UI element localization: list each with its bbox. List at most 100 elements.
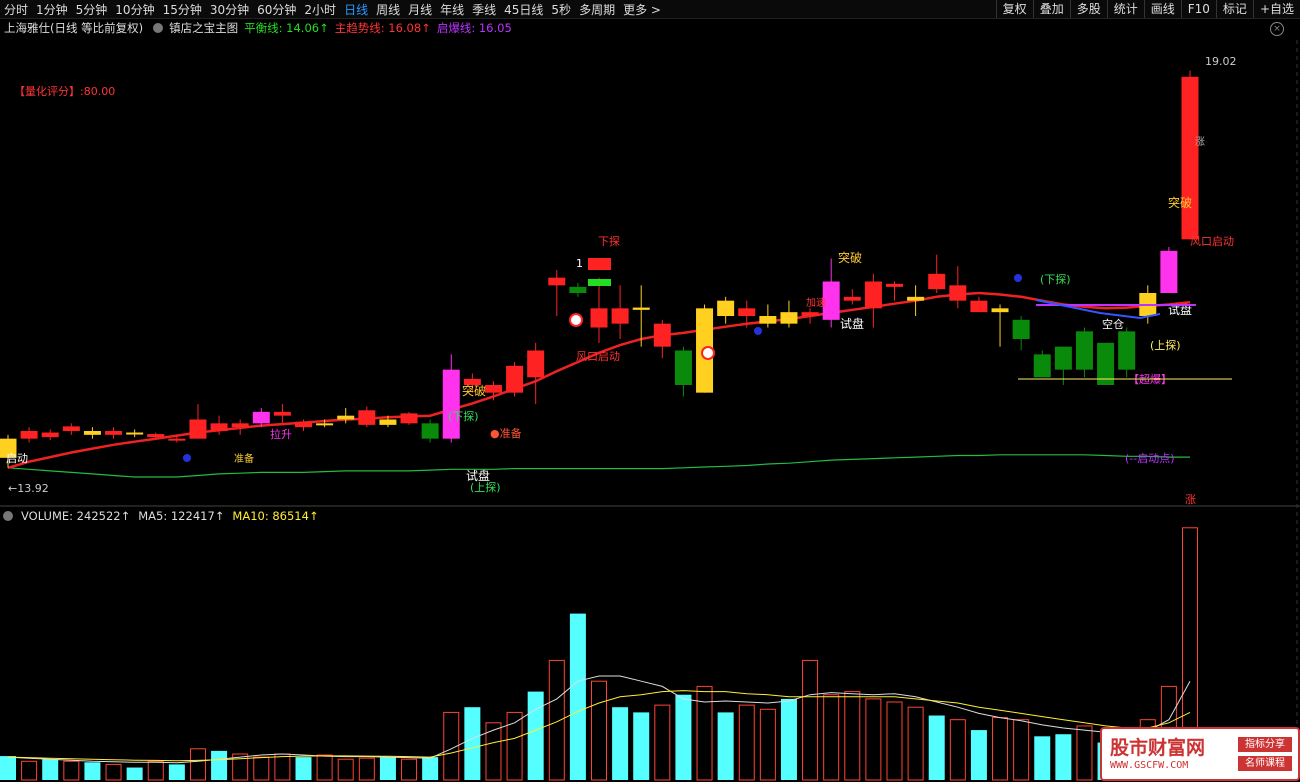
- period-5[interactable]: 30分钟: [206, 1, 253, 18]
- candle-body: [780, 312, 798, 324]
- candle-body: [358, 410, 376, 425]
- trend-line-label: 主趋势线: 16.08↑: [334, 21, 431, 35]
- volume-bar: [548, 659, 565, 781]
- signal-lasheng: 拉升: [270, 427, 292, 441]
- period-10[interactable]: 月线: [404, 1, 436, 18]
- candle-body: [1075, 331, 1093, 370]
- period-1[interactable]: 1分钟: [32, 1, 72, 18]
- explode-line-label: 启爆线: 16.05: [436, 21, 512, 35]
- volume-label: VOLUME: 242522↑: [21, 509, 131, 523]
- candle-body: [105, 431, 123, 435]
- candle-body: [126, 432, 144, 435]
- volume-header: VOLUME: 242522↑ MA5: 122417↑ MA10: 86514…: [0, 508, 327, 524]
- volume-bar: [1034, 736, 1051, 780]
- candle-body: [696, 308, 714, 393]
- candle-body: [907, 296, 925, 301]
- tool-4[interactable]: 画线: [1143, 0, 1181, 18]
- candle-body: [822, 281, 840, 320]
- signal-tupo3: 突破: [1168, 195, 1192, 210]
- stock-title: 上海雅仕(日线 等比前复权): [4, 21, 144, 35]
- volume-bar: [865, 698, 882, 781]
- period-9[interactable]: 周线: [372, 1, 404, 18]
- period-8[interactable]: 日线: [340, 1, 372, 18]
- candle-body: [273, 411, 291, 416]
- chart-header: 上海雅仕(日线 等比前复权) 镇店之宝主图 平衡线: 14.06↑ 主趋势线: …: [0, 20, 518, 36]
- volume-bar: [759, 708, 776, 781]
- indicator-name[interactable]: 镇店之宝主图: [169, 20, 238, 36]
- signal-fengkou2: 风口启动: [1190, 235, 1234, 248]
- signal-zhunbei: ●准备: [490, 426, 522, 440]
- period-2[interactable]: 5分钟: [72, 1, 112, 18]
- volume-toggle-icon[interactable]: [3, 511, 13, 521]
- tool-7[interactable]: +自选: [1252, 0, 1300, 18]
- volume-bar: [379, 757, 396, 780]
- watermark-title: 股市财富网: [1110, 737, 1206, 759]
- trend-line: [7, 291, 1191, 470]
- candle-body: [1160, 250, 1178, 293]
- volume-bar: [63, 760, 80, 781]
- candle-body: [421, 423, 439, 439]
- candle-body: [252, 411, 270, 424]
- tool-2[interactable]: 多股: [1069, 0, 1107, 18]
- candle-body: [653, 323, 671, 347]
- candle-body: [83, 431, 101, 435]
- volume-bar: [211, 750, 228, 780]
- candle-body: [569, 286, 587, 293]
- indicator-toggle-icon[interactable]: [153, 23, 164, 33]
- candle-body: [295, 421, 312, 428]
- volume-bar: [633, 712, 650, 780]
- ma5-label: MA5: 122417↑: [138, 509, 225, 523]
- period-15[interactable]: 多周期: [575, 1, 619, 18]
- candle-body: [20, 431, 38, 439]
- volume-bar: [464, 707, 481, 780]
- candle-body: [463, 378, 481, 385]
- candle-body: [970, 300, 988, 313]
- candle-body: [379, 419, 397, 425]
- volume-bar: [970, 730, 987, 780]
- volume-bar: [422, 757, 439, 780]
- period-16[interactable]: 更多 >: [619, 1, 665, 18]
- volume-bar: [591, 680, 607, 781]
- close-icon[interactable]: ×: [1270, 22, 1284, 36]
- candle-body: [442, 369, 460, 439]
- volume-bar: [992, 717, 1009, 781]
- period-12[interactable]: 季线: [468, 1, 500, 18]
- period-4[interactable]: 15分钟: [159, 1, 206, 18]
- candle-body: [717, 300, 735, 316]
- watermark-tag1: 指标分享: [1238, 737, 1292, 752]
- period-3[interactable]: 10分钟: [111, 1, 158, 18]
- balance-line: [7, 454, 1190, 478]
- volume-bar: [443, 711, 460, 781]
- volume-bar: [886, 701, 903, 781]
- volume-bar: [527, 691, 544, 780]
- period-0[interactable]: 分时: [0, 1, 32, 18]
- signal-jiasu: 加速: [806, 297, 826, 309]
- volume-bar: [0, 756, 16, 780]
- volume-bar: [844, 691, 861, 781]
- period-14[interactable]: 5秒: [547, 1, 575, 18]
- signal-tupo1: 突破: [462, 383, 486, 398]
- volume-bar: [295, 757, 312, 780]
- watermark-url: WWW.GSCFW.COM: [1110, 760, 1189, 771]
- marker-plus-0: [569, 313, 583, 327]
- candle-body: [759, 316, 777, 324]
- tool-5[interactable]: F10: [1180, 0, 1216, 18]
- volume-bar: [105, 763, 122, 781]
- signal-shipan1: 试盘: [466, 468, 490, 483]
- tool-3[interactable]: 统计: [1106, 0, 1144, 18]
- tool-1[interactable]: 叠加: [1032, 0, 1070, 18]
- signal-box-red: [588, 258, 611, 270]
- tool-0[interactable]: 复权: [995, 0, 1033, 18]
- period-11[interactable]: 年线: [436, 1, 468, 18]
- blue-line: [1035, 299, 1161, 320]
- volume-bar: [274, 753, 291, 781]
- ma10-label: MA10: 86514↑: [232, 509, 319, 523]
- period-6[interactable]: 60分钟: [253, 1, 300, 18]
- volume-bar: [717, 712, 734, 780]
- stock-chart[interactable]: 19.02←13.92【量化评分】:80.00突破突破突破试盘试盘试盘(下探)(…: [0, 0, 1300, 782]
- period-13[interactable]: 45日线: [500, 1, 547, 18]
- volume-bar: [316, 754, 333, 781]
- tool-6[interactable]: 标记: [1215, 0, 1253, 18]
- volume-bar: [1013, 719, 1030, 781]
- period-7[interactable]: 2小时: [300, 1, 340, 18]
